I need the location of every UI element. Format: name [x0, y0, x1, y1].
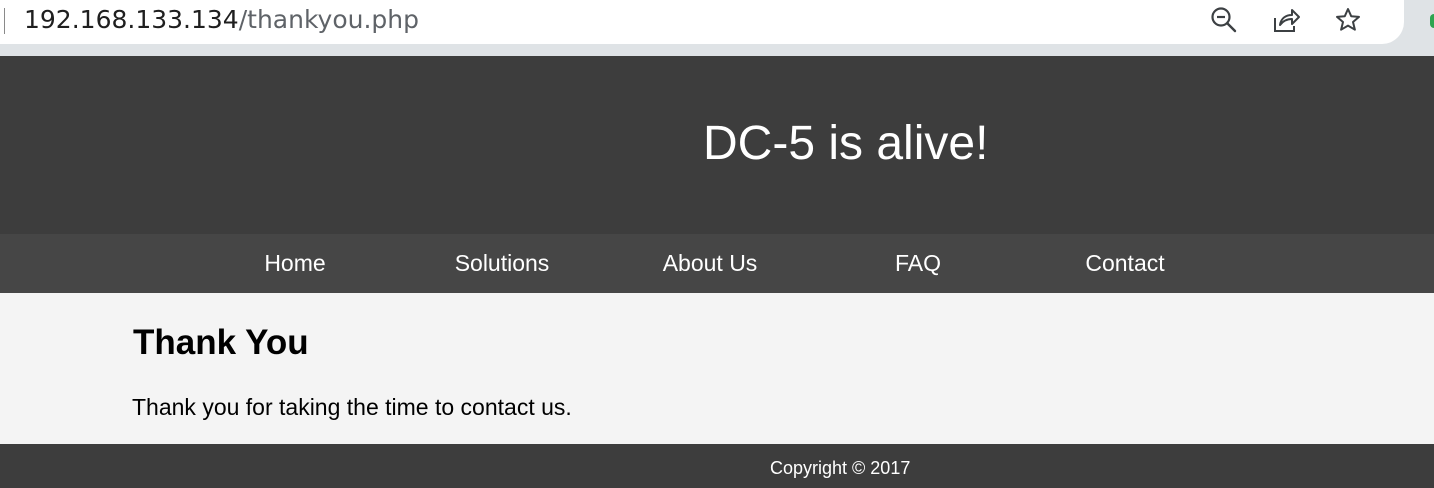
site-header: DC-5 is alive!: [0, 56, 1434, 234]
zoom-out-icon[interactable]: [1208, 4, 1240, 36]
address-bar[interactable]: 192.168.133.134/thankyou.php: [0, 0, 1404, 44]
text-cursor: [4, 8, 5, 34]
extension-indicator: [1428, 0, 1434, 44]
nav-item-solutions[interactable]: Solutions: [455, 234, 550, 293]
url-path: /thankyou.php: [238, 5, 420, 34]
nav-item-home[interactable]: Home: [264, 234, 325, 293]
main-nav: Home Solutions About Us FAQ Contact: [0, 234, 1434, 293]
nav-item-contact[interactable]: Contact: [1085, 234, 1164, 293]
main-content: Thank You Thank you for taking the time …: [0, 293, 1434, 444]
bookmark-star-icon[interactable]: [1332, 4, 1364, 36]
site-footer: Copyright © 2017: [0, 444, 1434, 488]
browser-toolbar: 192.168.133.134/thankyou.php: [0, 0, 1434, 56]
url-host: 192.168.133.134: [24, 5, 239, 34]
address-bar-actions: [1208, 4, 1364, 36]
thank-you-message: Thank you for taking the time to contact…: [132, 394, 572, 420]
page-title: Thank You: [133, 323, 309, 362]
site-title: DC-5 is alive!: [703, 117, 989, 170]
nav-item-faq[interactable]: FAQ: [895, 234, 941, 293]
share-icon[interactable]: [1270, 4, 1302, 36]
copyright-text: Copyright © 2017: [770, 458, 911, 478]
url-text[interactable]: 192.168.133.134/thankyou.php: [24, 3, 419, 37]
nav-item-about-us[interactable]: About Us: [663, 234, 758, 293]
